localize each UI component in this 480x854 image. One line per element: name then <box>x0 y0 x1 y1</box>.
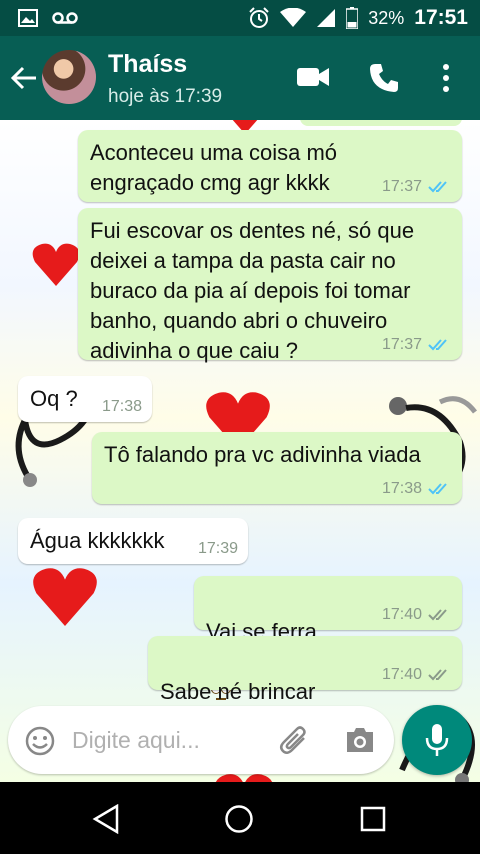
alarm-icon <box>249 7 269 28</box>
nav-back-icon[interactable] <box>92 804 120 834</box>
message-bubble-outgoing[interactable]: Vai se ferra 17:40 <box>194 576 462 700</box>
system-nav-bar <box>0 782 480 854</box>
microphone-icon <box>425 724 449 756</box>
message-bubble-outgoing[interactable]: Sabe né brincar 17:40 <box>148 636 462 760</box>
message-composer[interactable]: Digite aqui... <box>8 706 394 774</box>
message-text: Sabe né brincar <box>160 679 316 704</box>
voicemail-icon <box>52 12 78 24</box>
voice-call-icon[interactable] <box>368 62 400 94</box>
message-time: 17:38 <box>381 480 422 497</box>
message-time: 17:40 <box>381 606 422 623</box>
heart-wallpaper-icon <box>33 568 97 626</box>
contact-name[interactable]: Thaíss <box>108 50 187 79</box>
nav-home-icon[interactable] <box>224 804 254 834</box>
read-receipt-icon <box>428 339 447 351</box>
video-call-icon[interactable] <box>296 62 330 92</box>
back-arrow-icon[interactable] <box>10 64 38 92</box>
message-text: Oq ? <box>30 386 78 411</box>
delivered-receipt-icon <box>428 609 447 621</box>
last-seen: hoje às 17:39 <box>108 86 223 107</box>
message-text: Fui escovar os dentes né, só que deixei … <box>90 218 415 363</box>
battery-percent: 32% <box>368 7 405 28</box>
message-bubble-outgoing[interactable]: Aconteceu uma coisa mó engraçado cmg agr… <box>78 130 462 202</box>
message-bubble-outgoing[interactable]: Tô falando pra vc adivinha viada 17:38 <box>92 432 462 504</box>
message-bubble-outgoing[interactable]: Fui escovar os dentes né, só que deixei … <box>78 208 462 363</box>
message-time: 17:37 <box>381 178 422 195</box>
message-bubble-incoming[interactable]: Água kkkkkkk 17:39 <box>18 518 248 564</box>
message-text: Água kkkkkkk <box>30 528 165 553</box>
message-time: 17:40 <box>381 666 422 683</box>
heart-wallpaper-icon <box>32 243 80 286</box>
status-bar: 32% 17:51 <box>0 0 480 36</box>
delivered-receipt-icon <box>428 669 447 681</box>
message-bubble-incoming[interactable]: Oq ? 17:38 <box>18 376 152 422</box>
message-input[interactable]: Digite aqui... <box>72 727 200 754</box>
mic-button[interactable] <box>402 705 472 775</box>
attach-paperclip-icon[interactable] <box>278 724 312 758</box>
bubble-edge-wallpaper <box>300 120 462 126</box>
wifi-icon <box>280 8 307 27</box>
camera-icon[interactable] <box>344 726 376 754</box>
message-text: Tô falando pra vc adivinha viada <box>104 442 421 467</box>
more-options-icon[interactable] <box>440 62 452 94</box>
message-time: 17:38 <box>101 398 142 415</box>
chat-header: Thaíss hoje às 17:39 <box>0 36 480 120</box>
read-receipt-icon <box>428 181 447 193</box>
message-time: 17:39 <box>197 540 238 557</box>
message-text: Aconteceu uma coisa mó engraçado cmg agr… <box>90 140 338 195</box>
emoji-picker-icon[interactable] <box>24 725 56 757</box>
read-receipt-icon <box>428 483 447 495</box>
clock: 17:51 <box>414 6 468 29</box>
battery-icon <box>346 7 359 29</box>
contact-avatar[interactable] <box>42 50 96 104</box>
cell-signal-icon <box>317 9 336 27</box>
chat-area: Aconteceu uma coisa mó engraçado cmg agr… <box>0 120 480 782</box>
nav-recents-icon[interactable] <box>360 806 386 832</box>
message-time: 17:37 <box>381 336 422 353</box>
gallery-icon <box>18 9 38 27</box>
